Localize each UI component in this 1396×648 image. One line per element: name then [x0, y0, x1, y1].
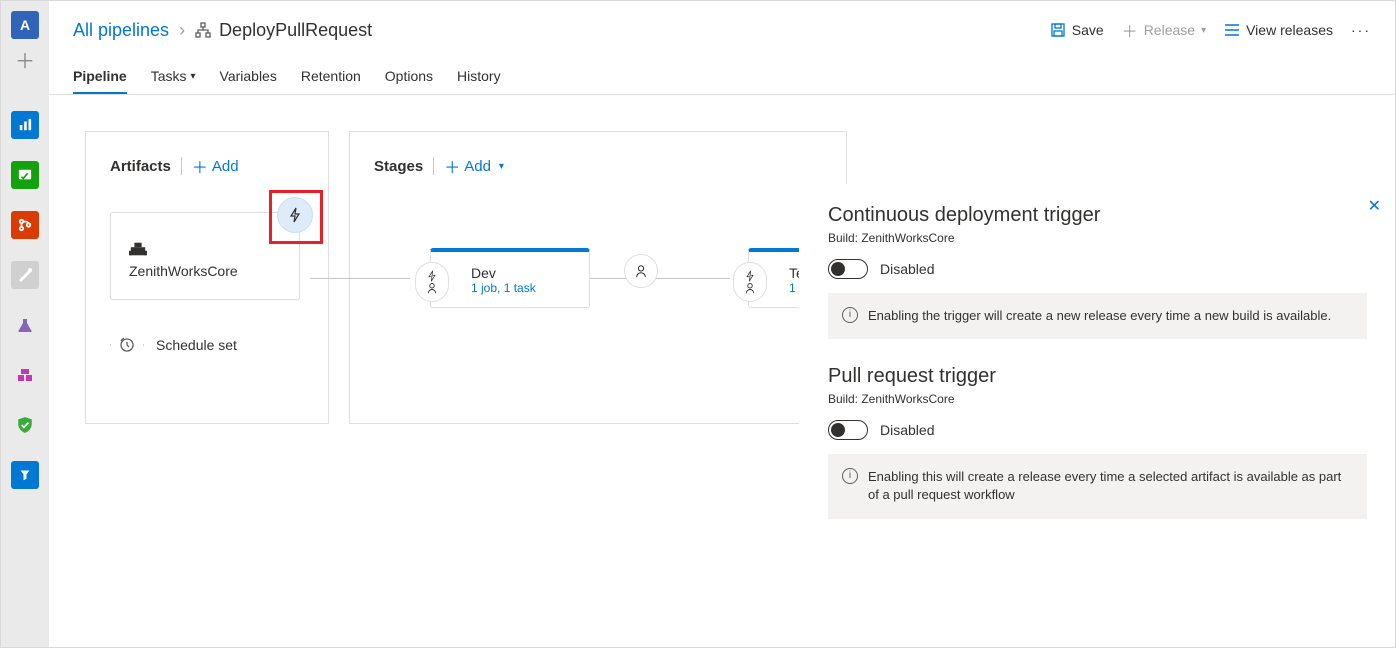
chevron-down-icon: ▾ — [499, 161, 504, 172]
tab-tasks[interactable]: Tasks▾ — [151, 68, 196, 94]
artifacts-title: Artifacts — [110, 158, 171, 175]
stages-panel: Stages ＋ Add ▾ Dev 1 job, 1 task — [349, 131, 847, 424]
cd-info: i Enabling the trigger will create a new… — [828, 293, 1367, 339]
stage-sub[interactable]: 1 job, 1 task — [471, 281, 575, 295]
view-releases-button[interactable]: View releases — [1224, 22, 1333, 38]
artifact-card[interactable]: ZenithWorksCore — [110, 212, 300, 300]
info-icon: i — [842, 307, 858, 323]
cd-toggle[interactable] — [828, 259, 868, 279]
project-badge[interactable]: A — [11, 11, 39, 39]
artifact-name: ZenithWorksCore — [129, 263, 285, 279]
clock-icon — [110, 328, 144, 362]
tab-pipeline[interactable]: Pipeline — [73, 68, 127, 94]
tab-variables[interactable]: Variables — [220, 68, 277, 94]
pipeline-icon — [195, 22, 211, 38]
info-icon: i — [842, 468, 858, 484]
sidebar-repos-icon[interactable] — [11, 211, 39, 239]
plus-icon: ＋ — [192, 154, 208, 178]
add-artifact-button[interactable]: ＋ Add — [192, 154, 239, 178]
tab-retention[interactable]: Retention — [301, 68, 361, 94]
cd-trigger-button[interactable] — [277, 197, 313, 233]
tab-history[interactable]: History — [457, 68, 501, 94]
connector-line — [590, 278, 730, 279]
connector-line — [310, 278, 410, 279]
more-menu-icon[interactable]: ··· — [1351, 22, 1371, 38]
pipeline-canvas: Artifacts ＋ Add ZenithWorksCore — [49, 95, 1395, 647]
schedule-label: Schedule set — [156, 337, 237, 353]
cd-toggle-label: Disabled — [880, 261, 934, 277]
sidebar-query-icon[interactable] — [11, 461, 39, 489]
tabs: Pipeline Tasks▾ Variables Retention Opti… — [49, 55, 1395, 95]
topbar: All pipelines › DeployPullRequest Save ＋… — [49, 1, 1395, 49]
release-button[interactable]: ＋ Release ▾ — [1122, 18, 1206, 42]
pr-toggle-label: Disabled — [880, 422, 934, 438]
postdeploy-conditions-icon[interactable] — [624, 254, 658, 288]
build-label: Build: ZenithWorksCore — [828, 392, 1367, 406]
predeploy-conditions-icon[interactable] — [415, 262, 449, 302]
build-source-icon — [129, 241, 285, 257]
save-button[interactable]: Save — [1050, 22, 1104, 38]
stage-name: Dev — [471, 265, 575, 281]
pr-trigger-title: Pull request trigger — [828, 365, 1367, 388]
artifacts-panel: Artifacts ＋ Add ZenithWorksCore — [85, 131, 329, 424]
pipeline-name: DeployPullRequest — [219, 20, 372, 41]
chevron-down-icon: ▾ — [1201, 25, 1206, 36]
top-actions: Save ＋ Release ▾ View releases ··· — [1050, 18, 1371, 42]
stages-title: Stages — [374, 158, 423, 175]
breadcrumb: All pipelines › DeployPullRequest — [73, 20, 372, 41]
predeploy-conditions-icon[interactable] — [733, 262, 767, 302]
schedule-button[interactable]: Schedule set — [110, 328, 310, 362]
sidebar-test-icon[interactable] — [11, 311, 39, 339]
trigger-panel: ✕ Continuous deployment trigger Build: Z… — [799, 184, 1395, 647]
add-stage-button[interactable]: ＋ Add ▾ — [444, 154, 504, 178]
breadcrumb-sep: › — [179, 20, 185, 41]
plus-icon: ＋ — [444, 154, 460, 178]
stage-card-dev[interactable]: Dev 1 job, 1 task — [430, 248, 590, 308]
close-icon[interactable]: ✕ — [1368, 196, 1381, 216]
tab-options[interactable]: Options — [385, 68, 433, 94]
pr-toggle[interactable] — [828, 420, 868, 440]
chevron-down-icon: ▾ — [190, 71, 195, 82]
pr-info: i Enabling this will create a release ev… — [828, 454, 1367, 518]
breadcrumb-root[interactable]: All pipelines — [73, 20, 169, 41]
sidebar-overview-icon[interactable] — [11, 111, 39, 139]
build-label: Build: ZenithWorksCore — [828, 231, 1367, 245]
add-project-icon[interactable]: ＋ — [11, 45, 39, 73]
sidebar-boards-icon[interactable] — [11, 161, 39, 189]
sidebar-artifacts-icon[interactable] — [11, 361, 39, 389]
left-nav: A ＋ — [1, 1, 49, 647]
cd-trigger-title: Continuous deployment trigger — [828, 204, 1367, 227]
sidebar-shield-icon[interactable] — [11, 411, 39, 439]
sidebar-pipelines-icon[interactable] — [11, 261, 39, 289]
